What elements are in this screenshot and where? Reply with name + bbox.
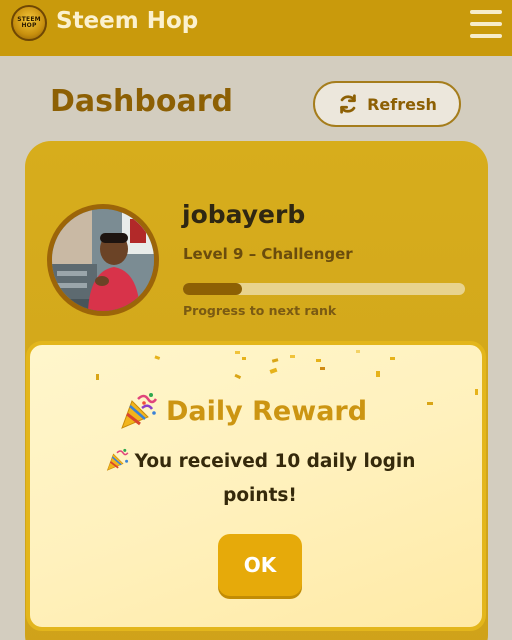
modal-title: Daily Reward <box>166 395 368 427</box>
top-bar: STEEM HOP Steem Hop <box>0 0 512 56</box>
party-popper-icon <box>106 448 129 471</box>
app-title[interactable]: Steem Hop <box>56 8 198 34</box>
page-title: Dashboard <box>50 84 233 119</box>
hamburger-menu-icon[interactable] <box>470 10 502 38</box>
avatar-photo <box>52 209 154 311</box>
refresh-button[interactable]: Refresh <box>313 81 461 127</box>
ok-button[interactable]: OK <box>218 534 302 596</box>
party-popper-icon <box>121 393 158 429</box>
daily-reward-modal: Daily Reward You received 10 daily login… <box>26 341 486 631</box>
refresh-icon <box>340 94 356 114</box>
level-text: Level 9 – Challenger <box>183 245 353 263</box>
refresh-label: Refresh <box>367 94 437 114</box>
progress-label: Progress to next rank <box>183 303 337 318</box>
logo-text-line2: HOP <box>21 22 37 29</box>
rank-progress-bar <box>183 283 465 295</box>
modal-message: You received 10 daily login points! <box>90 445 430 513</box>
app-logo[interactable]: STEEM HOP <box>11 5 47 41</box>
modal-message-text: You received 10 daily login points! <box>134 451 416 506</box>
rank-progress-fill <box>183 283 243 295</box>
modal-title-row: Daily Reward <box>118 389 398 433</box>
username: jobayerb <box>182 200 306 229</box>
avatar[interactable] <box>47 204 159 316</box>
